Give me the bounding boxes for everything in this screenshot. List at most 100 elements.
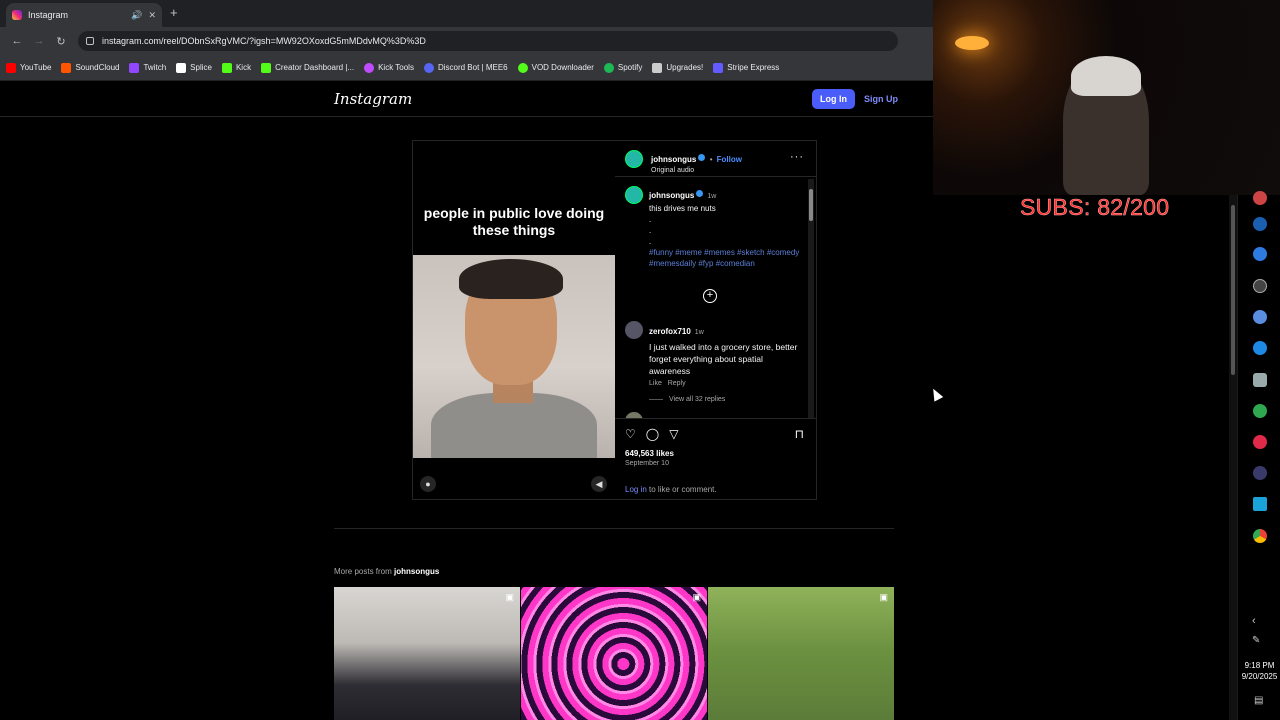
stripe-icon [713, 62, 724, 73]
streamer-beanie [1071, 56, 1141, 96]
comment-username[interactable]: zerofox710 [649, 327, 691, 336]
bookmark-splice[interactable]: Splice [176, 62, 212, 73]
comment-like-link[interactable]: Like [649, 380, 662, 387]
signup-link[interactable]: Sign Up [864, 94, 898, 104]
login-link[interactable]: Log in [625, 485, 647, 494]
tagged-user-icon[interactable]: ● [420, 476, 436, 492]
caption-hashtags[interactable]: #funny #meme #memes #sketch #comedy #mem… [649, 247, 804, 269]
post-sidebar: johnsongus • Follow Original audio ··· jo… [615, 141, 816, 499]
reel-video[interactable]: people in public love doing these things… [413, 141, 615, 499]
scrollbar-thumb[interactable] [809, 189, 813, 221]
speaker-icon[interactable]: 🔊 [131, 10, 142, 21]
app-icon[interactable] [1253, 247, 1267, 261]
subs-goal: SUBS: 82/200 [1020, 194, 1170, 221]
taskbar: ‹ ✎ 9:18 PM 9/20/2025 ▤ [1237, 191, 1280, 720]
caption-username[interactable]: johnsongus [649, 191, 694, 200]
post-actions: ♡ ◯ ▽ [625, 427, 678, 441]
new-tab-icon[interactable]: + [170, 5, 178, 20]
comments-section[interactable]: johnsongus 1w this drives me nuts . . . #… [615, 179, 816, 419]
more-options-icon[interactable]: ··· [790, 151, 804, 163]
mute-icon[interactable]: ◀ [591, 476, 607, 492]
page-scrollbar[interactable] [1229, 195, 1237, 720]
post-header: johnsongus • Follow Original audio ··· [615, 141, 816, 177]
app-icon[interactable] [1253, 373, 1267, 387]
comment-item: zerofox710 1w I just walked into a grocer… [649, 321, 799, 403]
share-icon[interactable]: ▽ [669, 427, 678, 441]
bookmark-stripe-express[interactable]: Stripe Express [713, 62, 779, 73]
chrome-icon[interactable] [1253, 529, 1267, 543]
login-prompt: Log in to like or comment. [625, 485, 717, 494]
caption-avatar[interactable] [625, 186, 643, 204]
browser-window: Instagram 🔊 ✕ + ← → ↻ instagram.com/reel… [0, 0, 933, 720]
bookmark-vod-downloader[interactable]: VOD Downloader [517, 62, 594, 73]
author-avatar[interactable] [625, 150, 643, 168]
bookmark-twitch[interactable]: Twitch [129, 62, 166, 73]
tab-bar: Instagram 🔊 ✕ + [0, 0, 933, 27]
login-prompt-suffix: to like or comment. [646, 485, 717, 494]
site-info-icon[interactable] [86, 37, 94, 45]
bookmark-upgrades[interactable]: Upgrades! [652, 62, 703, 73]
likes-count[interactable]: 649,563 likes [625, 449, 674, 458]
kick-tools-icon [364, 62, 375, 73]
app-icon[interactable] [1253, 435, 1267, 449]
author-username[interactable]: johnsongus [651, 155, 696, 164]
comment-avatar[interactable] [625, 321, 643, 339]
back-icon[interactable]: ← [6, 35, 28, 47]
forward-icon[interactable]: → [28, 35, 50, 47]
section-divider [334, 528, 894, 529]
lamp-light [955, 36, 989, 50]
app-icon[interactable] [1253, 341, 1267, 355]
bookmark-label: Spotify [617, 63, 643, 72]
chevron-left-icon[interactable]: ‹ [1252, 615, 1256, 627]
reel-icon: ▣ [692, 592, 701, 602]
load-more-comments-icon[interactable]: + [703, 289, 717, 303]
stream-overlay-area: SUBS: 82/200 [933, 0, 1280, 720]
bookmark-creator-dashboard[interactable]: Creator Dashboard |... [261, 62, 354, 73]
notifications-icon[interactable]: ▤ [1254, 695, 1263, 706]
bookmark-mee6[interactable]: Discord Bot | MEE6 [423, 62, 508, 73]
comments-scrollbar[interactable] [808, 179, 814, 418]
follow-button[interactable]: Follow [717, 155, 742, 164]
caption-time: 1w [707, 193, 717, 200]
more-posts-username[interactable]: johnsongus [394, 567, 439, 576]
bookmark-kick-tools[interactable]: Kick Tools [364, 62, 414, 73]
bookmark-kick[interactable]: Kick [221, 62, 252, 73]
upgrades-icon [652, 62, 663, 73]
soundcloud-icon [61, 62, 72, 73]
instagram-logo[interactable]: Instagram [334, 90, 412, 108]
xbox-icon[interactable] [1253, 404, 1267, 418]
post-date: September 10 [625, 460, 669, 467]
page-scrollbar-thumb[interactable] [1231, 205, 1235, 375]
app-icon[interactable] [1253, 497, 1267, 511]
post-thumbnail[interactable]: ▣ [521, 587, 707, 720]
audio-label[interactable]: Original audio [651, 167, 742, 174]
pen-icon[interactable]: ✎ [1252, 635, 1260, 646]
view-replies-link[interactable]: View all 32 replies [669, 396, 725, 403]
close-tab-icon[interactable]: ✕ [148, 10, 156, 21]
system-clock[interactable]: 9:18 PM 9/20/2025 [1238, 660, 1280, 682]
bookmark-save-icon[interactable]: ⊓ [795, 427, 804, 441]
like-heart-icon[interactable]: ♡ [625, 427, 636, 441]
app-icon[interactable] [1253, 466, 1267, 480]
post-thumbnail[interactable]: ▣ [334, 587, 520, 720]
bookmark-spotify[interactable]: Spotify [603, 62, 643, 73]
comment-icon[interactable]: ◯ [646, 427, 659, 441]
steam-icon[interactable] [1253, 217, 1267, 231]
obs-icon[interactable] [1253, 279, 1267, 293]
vod-downloader-icon [517, 62, 528, 73]
bookmark-label: Splice [190, 63, 212, 72]
comment-reply-link[interactable]: Reply [668, 380, 686, 387]
bookmark-label: Kick [235, 63, 252, 72]
comment-username[interactable]: zachpeace [649, 418, 689, 419]
bookmark-youtube[interactable]: YouTube [6, 62, 51, 73]
reload-icon[interactable]: ↻ [50, 35, 72, 48]
comment-avatar[interactable] [625, 412, 643, 418]
bookmark-soundcloud[interactable]: SoundCloud [61, 62, 119, 73]
app-icon[interactable] [1253, 191, 1267, 205]
app-icon[interactable] [1253, 310, 1267, 324]
post-thumbnail[interactable]: ▣ [708, 587, 894, 720]
login-button[interactable]: Log In [812, 89, 855, 109]
comment-text: I just walked into a grocery store, bett… [649, 342, 798, 376]
tab-instagram[interactable]: Instagram 🔊 ✕ [6, 3, 162, 27]
url-field[interactable]: instagram.com/reel/DObnSxRgVMC/?igsh=MW9… [78, 31, 898, 51]
